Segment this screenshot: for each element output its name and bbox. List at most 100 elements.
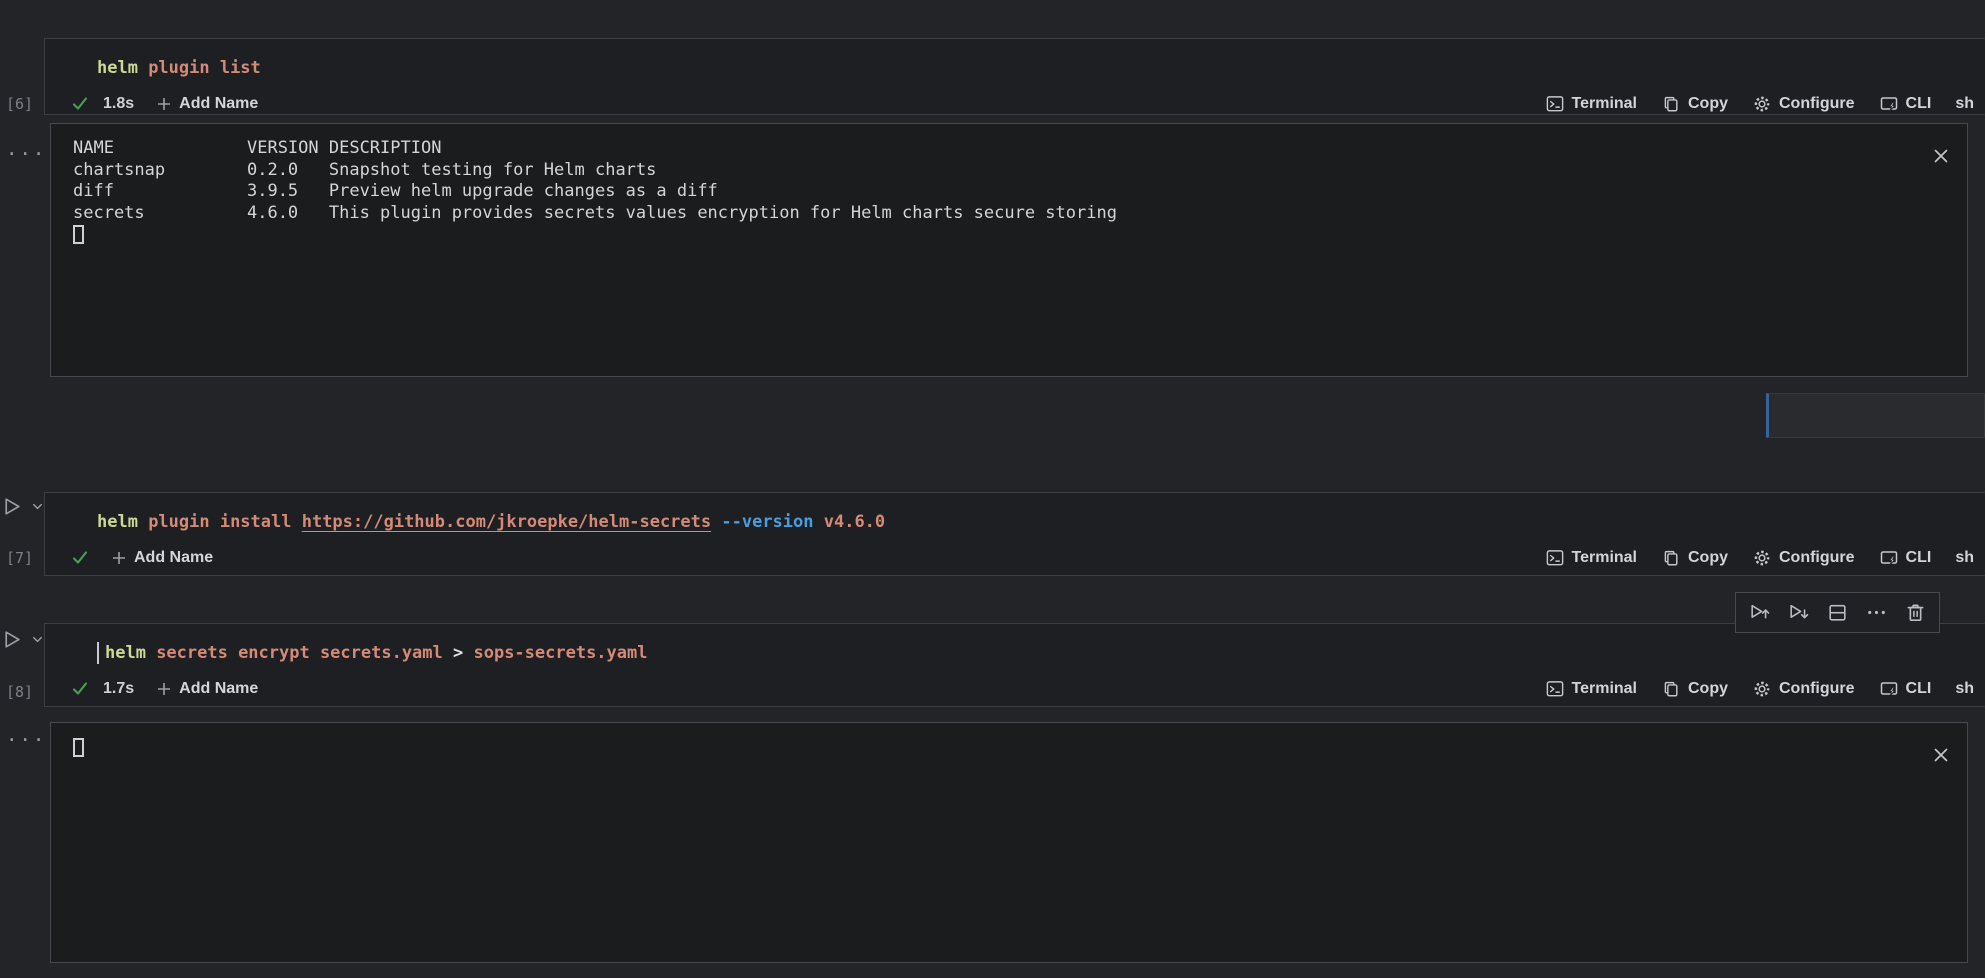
- terminal-button[interactable]: Terminal: [1545, 94, 1638, 114]
- plus-icon: [156, 681, 172, 697]
- terminal-icon: [1545, 548, 1565, 568]
- cell-6-actions: Terminal Copy Configure: [1545, 94, 1975, 114]
- terminal-icon: [1545, 679, 1565, 699]
- plus-icon: [111, 550, 127, 566]
- cli-button[interactable]: CLI: [1879, 679, 1932, 699]
- command-cell-8: helm secrets encrypt secrets.yaml > sops…: [44, 623, 1985, 707]
- shell-label: sh: [1955, 95, 1974, 113]
- cli-label: CLI: [1906, 680, 1932, 698]
- command-token: helm: [97, 512, 138, 532]
- duration-label: 1.8s: [103, 95, 134, 113]
- close-output-icon[interactable]: [1931, 745, 1951, 765]
- cell-8-execution-index: [8]: [6, 683, 33, 701]
- run-all-below-icon[interactable]: [1787, 601, 1810, 624]
- output-line: secrets 4.6.0 This plugin provides secre…: [73, 203, 1117, 225]
- gear-icon: [1752, 548, 1772, 568]
- copy-label: Copy: [1688, 549, 1728, 567]
- command-line-6[interactable]: helm plugin list: [97, 56, 261, 80]
- text-caret: [97, 642, 99, 664]
- run-icon: [1, 495, 24, 518]
- output-cursor-line: [73, 224, 1117, 246]
- shell-type-label[interactable]: sh: [1955, 549, 1974, 567]
- close-output-icon[interactable]: [1931, 146, 1951, 166]
- output-2-more-button[interactable]: ...: [6, 724, 46, 746]
- copy-icon: [1661, 94, 1681, 114]
- command-line-8[interactable]: helm secrets encrypt secrets.yaml > sops…: [97, 641, 647, 665]
- copy-icon: [1661, 548, 1681, 568]
- cell-7-actions: Terminal Copy Configure: [1545, 548, 1975, 568]
- success-check-icon: [71, 95, 89, 113]
- output-2-text: [73, 737, 84, 759]
- terminal-button[interactable]: Terminal: [1545, 548, 1638, 568]
- command-cell-7: helm plugin install https://github.com/j…: [44, 492, 1985, 576]
- command-token: plugin install: [138, 512, 302, 532]
- cli-icon: [1879, 548, 1899, 568]
- command-url-link[interactable]: https://github.com/jkroepke/helm-secrets: [302, 512, 711, 532]
- chevron-down-icon: [30, 632, 45, 647]
- command-token: sops-secrets.yaml: [463, 643, 647, 663]
- cli-button[interactable]: CLI: [1879, 548, 1932, 568]
- command-cell-6: helm plugin list 1.8s Add Name: [44, 38, 1985, 115]
- output-cursor-line: [73, 737, 84, 759]
- copy-button[interactable]: Copy: [1661, 679, 1728, 699]
- cli-label: CLI: [1906, 549, 1932, 567]
- command-operator-token: >: [453, 643, 463, 663]
- output-panel-1: NAME VERSION DESCRIPTION chartsnap 0.2.0…: [50, 123, 1968, 377]
- shell-type-label[interactable]: sh: [1955, 680, 1974, 698]
- cli-label: CLI: [1906, 95, 1932, 113]
- terminal-cursor: [73, 738, 84, 757]
- cli-button[interactable]: CLI: [1879, 94, 1932, 114]
- cell-6-execution-index: [6]: [6, 95, 33, 113]
- cli-icon: [1879, 679, 1899, 699]
- shell-type-label[interactable]: sh: [1955, 95, 1974, 113]
- add-name-label: Add Name: [179, 680, 258, 698]
- cell-8-actions: Terminal Copy Configure: [1545, 679, 1975, 699]
- cell-7-status-row: Add Name Terminal Copy: [71, 546, 1974, 570]
- copy-button[interactable]: Copy: [1661, 94, 1728, 114]
- split-cell-icon[interactable]: [1826, 601, 1849, 624]
- success-check-icon: [71, 680, 89, 698]
- add-name-button[interactable]: Add Name: [156, 680, 258, 698]
- add-name-label: Add Name: [179, 95, 258, 113]
- run-icon: [1, 628, 24, 651]
- cell-7-execution-index: [7]: [6, 549, 33, 567]
- command-token: helm: [105, 643, 146, 663]
- command-line-7[interactable]: helm plugin install https://github.com/j…: [97, 510, 885, 534]
- gear-icon: [1752, 94, 1772, 114]
- command-token: [711, 512, 721, 532]
- configure-button[interactable]: Configure: [1752, 548, 1855, 568]
- more-options-icon[interactable]: [1865, 601, 1888, 624]
- command-token: v4.6.0: [814, 512, 886, 532]
- terminal-label: Terminal: [1572, 680, 1638, 698]
- copy-label: Copy: [1688, 680, 1728, 698]
- cli-icon: [1879, 94, 1899, 114]
- command-token: secrets encrypt secrets.yaml: [146, 643, 453, 663]
- add-name-button[interactable]: Add Name: [111, 549, 213, 567]
- configure-button[interactable]: Configure: [1752, 679, 1855, 699]
- run-cell-8-button[interactable]: [1, 628, 45, 651]
- cell-8-status-row: 1.7s Add Name Terminal: [71, 677, 1974, 701]
- run-all-above-icon[interactable]: [1748, 601, 1771, 624]
- delete-cell-icon[interactable]: [1904, 601, 1927, 624]
- terminal-icon: [1545, 94, 1565, 114]
- configure-button[interactable]: Configure: [1752, 94, 1855, 114]
- success-check-icon: [71, 549, 89, 567]
- terminal-label: Terminal: [1572, 95, 1638, 113]
- duration-label: 1.7s: [103, 680, 134, 698]
- configure-label: Configure: [1779, 680, 1855, 698]
- output-line: diff 3.9.5 Preview helm upgrade changes …: [73, 181, 1117, 203]
- configure-label: Configure: [1779, 95, 1855, 113]
- run-cell-7-button[interactable]: [1, 495, 45, 518]
- copy-label: Copy: [1688, 95, 1728, 113]
- copy-button[interactable]: Copy: [1661, 548, 1728, 568]
- output-1-more-button[interactable]: ...: [6, 138, 46, 160]
- shell-label: sh: [1955, 549, 1974, 567]
- terminal-button[interactable]: Terminal: [1545, 679, 1638, 699]
- command-flag-token: --version: [721, 512, 813, 532]
- terminal-cursor: [73, 225, 84, 244]
- chevron-down-icon: [30, 499, 45, 514]
- side-highlight-box: [1766, 393, 1985, 438]
- configure-label: Configure: [1779, 549, 1855, 567]
- output-line: chartsnap 0.2.0 Snapshot testing for Hel…: [73, 160, 1117, 182]
- add-name-button[interactable]: Add Name: [156, 95, 258, 113]
